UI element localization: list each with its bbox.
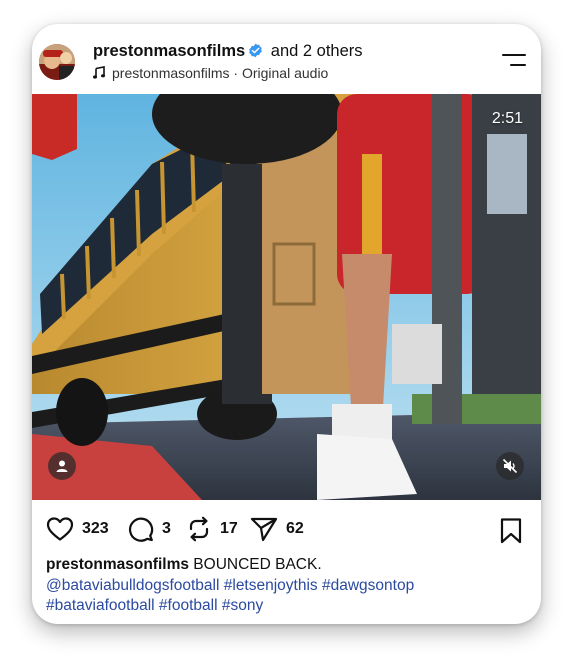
hashtag-link[interactable]: #dawgsontop [322,577,414,594]
verified-badge-icon [248,43,263,58]
mention-link[interactable]: @bataviabulldogsfootball [46,577,219,594]
username-link[interactable]: prestonmasonfilms [93,42,245,60]
audio-separator: · [229,65,242,81]
bookmark-icon[interactable] [500,518,522,549]
action-bar: 323 3 17 62 [32,500,541,558]
video-frame [32,94,541,500]
share-button[interactable]: 62 [250,516,304,542]
caption-username[interactable]: prestonmasonfilms [46,556,189,573]
post-header: prestonmasonfilms and 2 others prestonma… [32,24,541,94]
caption-text: BOUNCED BACK. [193,556,322,573]
repost-count: 17 [220,520,238,537]
avatar[interactable] [39,44,75,80]
collaborators-link[interactable]: and 2 others [271,42,363,60]
audio-line[interactable]: prestonmasonfilms · Original audio [93,65,328,81]
muted-speaker-icon[interactable] [496,452,524,480]
audio-label: Original audio [241,65,329,81]
like-button[interactable]: 323 [46,516,109,542]
repost-button[interactable]: 17 [186,516,238,542]
repost-icon [189,516,209,542]
share-count: 62 [286,520,304,537]
video-timer: 2:51 [491,110,523,127]
send-icon [250,517,278,542]
music-note-icon [93,66,105,79]
hashtag-link[interactable]: #sony [222,597,263,614]
post-card: prestonmasonfilms and 2 others prestonma… [32,24,541,624]
comment-icon [128,517,154,542]
comment-button[interactable]: 3 [128,516,171,542]
post-caption: prestonmasonfilms BOUNCED BACK. @batavia… [46,555,526,617]
hashtag-link[interactable]: #letsenjoythis [224,577,318,594]
hashtag-link[interactable]: #football [159,597,218,614]
video-player[interactable]: 2:51 [32,94,541,500]
hashtag-link[interactable]: #bataviafootball [46,597,155,614]
audio-owner: prestonmasonfilms [112,65,230,81]
menu-icon[interactable] [500,54,526,70]
like-count: 323 [82,520,109,537]
heart-icon [46,517,74,541]
comment-count: 3 [162,520,171,537]
user-tag-icon[interactable] [48,452,76,480]
post-title-line: prestonmasonfilms and 2 others [93,42,363,61]
